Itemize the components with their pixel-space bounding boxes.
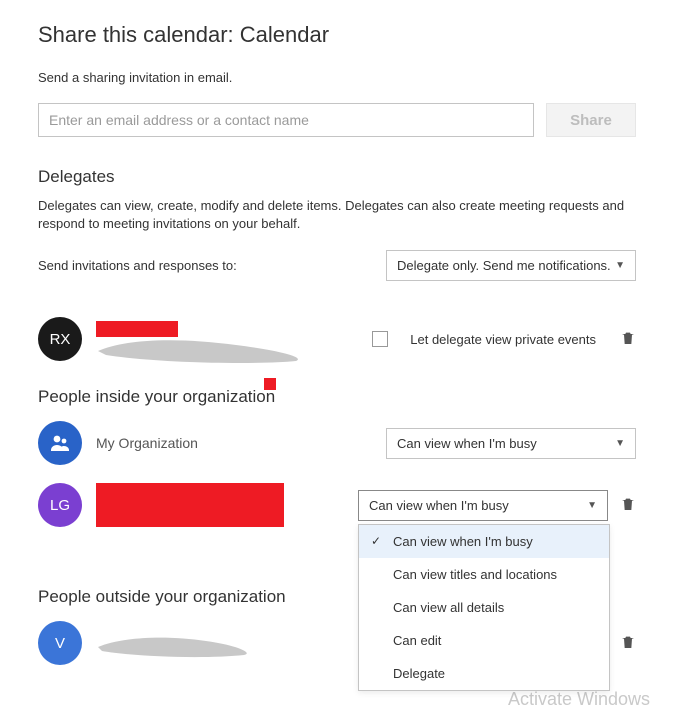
invite-email-input[interactable] [38,103,534,137]
send-to-select[interactable]: Delegate only. Send me notifications. ▼ [386,250,636,281]
delegates-heading: Delegates [38,167,636,187]
scribble-icon [96,335,316,365]
avatar: RX [38,317,82,361]
person-permission-value: Can view when I'm busy [369,498,509,513]
share-button[interactable]: Share [546,103,636,137]
delegate-name-redacted [96,317,346,361]
send-to-value: Delegate only. Send me notifications. [397,258,611,273]
delegate-row: RX Let delegate view private events [38,317,636,361]
org-permission-select[interactable]: Can view when I'm busy ▼ [386,428,636,459]
inside-person-row: LG Can view when I'm busy ▼ Can view whe… [38,483,636,527]
delete-icon[interactable] [620,496,636,515]
delegates-description: Delegates can view, create, modify and d… [38,197,636,232]
chevron-down-icon: ▼ [615,260,625,271]
send-to-label: Send invitations and responses to: [38,258,237,273]
chevron-down-icon: ▼ [587,500,597,511]
permission-dropdown: Can view when I'm busy Can view titles a… [358,524,610,691]
inside-heading: People inside your organization [38,387,636,407]
delete-icon[interactable] [620,330,636,349]
invite-intro: Send a sharing invitation in email. [38,70,636,85]
person-permission-select[interactable]: Can view when I'm busy ▼ [358,490,608,521]
org-row: My Organization Can view when I'm busy ▼ [38,421,636,465]
avatar: V [38,621,82,665]
org-label: My Organization [96,435,198,451]
permission-option[interactable]: Can edit [359,624,609,657]
page-title: Share this calendar: Calendar [38,22,636,48]
permission-option[interactable]: Can view titles and locations [359,558,609,591]
group-icon [38,421,82,465]
permission-option[interactable]: Can view all details [359,591,609,624]
scribble-icon [96,633,256,659]
avatar: LG [38,483,82,527]
person-name-redacted [96,483,346,527]
permission-option[interactable]: Can view when I'm busy [359,525,609,558]
private-events-label: Let delegate view private events [410,332,596,347]
delete-icon[interactable] [620,634,636,653]
permission-option[interactable]: Delegate [359,657,609,690]
org-permission-value: Can view when I'm busy [397,436,537,451]
watermark: Activate Windows [508,689,650,710]
person-name-redacted [96,621,346,665]
private-events-checkbox[interactable] [372,331,388,347]
chevron-down-icon: ▼ [615,438,625,449]
